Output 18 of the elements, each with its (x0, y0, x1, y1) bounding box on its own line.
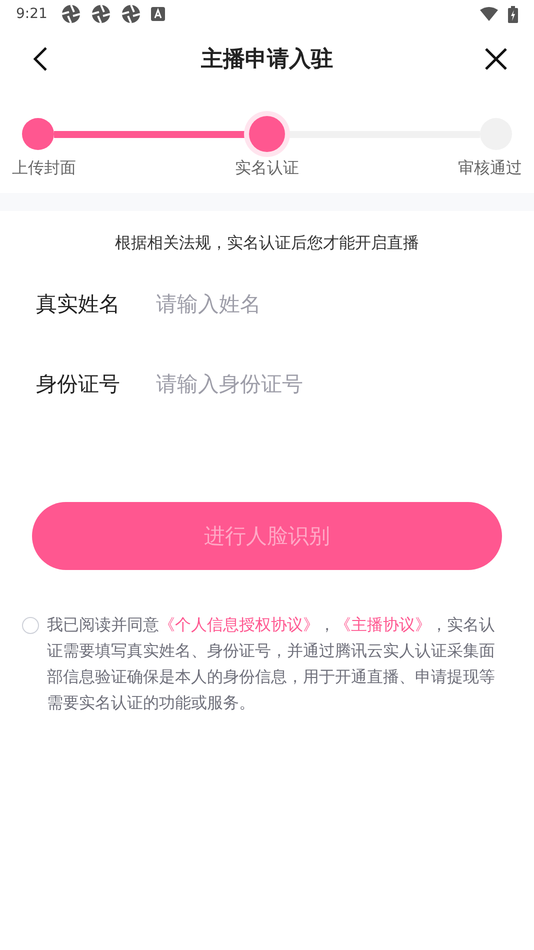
agreement-link[interactable]: 《主播协议》 (335, 615, 431, 634)
step-label: 实名认证 (235, 158, 299, 179)
aperture-icon (91, 4, 112, 24)
agreement-text: 我已阅读并同意《个人信息授权协议》，《主播协议》，实名认证需要填写真实姓名、身份证号，并通过腾讯云实人认证采集面部信息验证确保是本人的身份信息，用于开通直播、申请提现等需要实名认证的功能或服务。 (47, 614, 496, 714)
agreement-link[interactable]: 《个人信息授权协议》 (159, 615, 319, 634)
status-time: 9:21 (16, 6, 48, 22)
step-label: 审核通过 (458, 158, 522, 179)
field-label: 身份证号 (36, 371, 120, 398)
page-title: 主播申请入驻 (201, 46, 333, 74)
step-label: 上传封面 (12, 158, 76, 179)
agree-radio[interactable] (22, 617, 39, 634)
aperture-icon (61, 4, 82, 24)
notification-icon (151, 7, 166, 21)
wifi-icon (480, 7, 498, 21)
aperture-icon (121, 4, 142, 24)
notice-text: 根据相关法规，实名认证后您才能开启直播 (114, 233, 420, 254)
field-label: 真实姓名 (36, 291, 120, 318)
battery-icon (508, 6, 518, 22)
